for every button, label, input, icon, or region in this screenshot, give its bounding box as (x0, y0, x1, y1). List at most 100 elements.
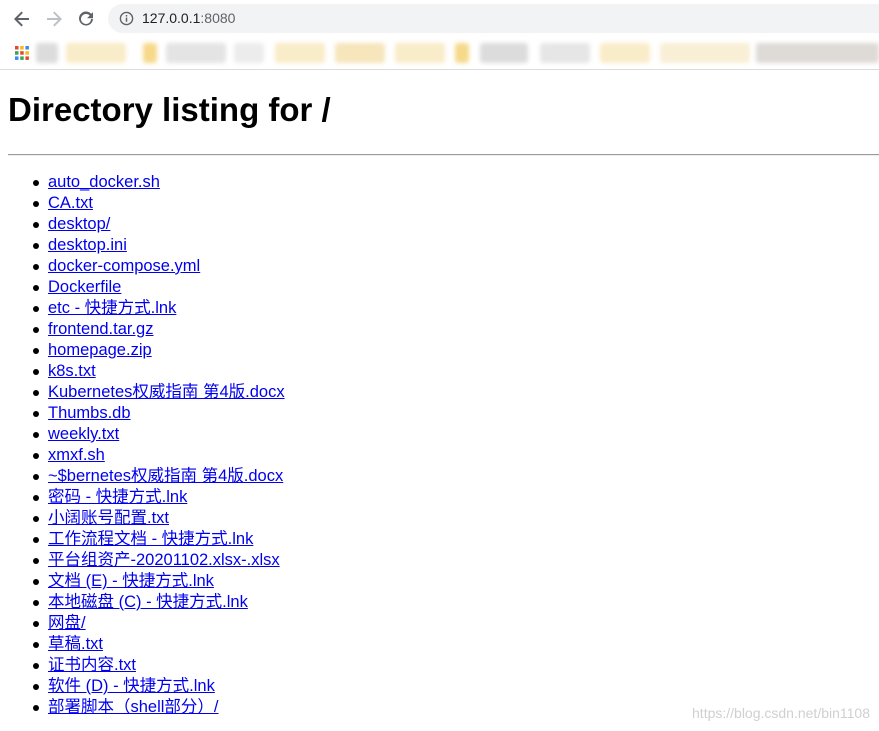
file-link[interactable]: weekly.txt (48, 425, 119, 443)
file-link[interactable]: 平台组资产-20201102.xlsx-.xlsx (48, 551, 280, 569)
file-link[interactable]: 草稿.txt (48, 635, 103, 653)
bullet-icon (33, 411, 39, 417)
reload-icon (79, 11, 93, 26)
bookmark-blurred[interactable] (660, 43, 750, 63)
bullet-icon (33, 390, 39, 396)
file-link[interactable]: 工作流程文档 - 快捷方式.lnk (48, 530, 253, 548)
list-item: desktop/ (0, 214, 285, 235)
file-link[interactable]: Kubernetes权威指南 第4版.docx (48, 383, 285, 401)
bullet-icon (33, 579, 39, 585)
file-link[interactable]: k8s.txt (48, 362, 96, 380)
file-link[interactable]: 本地磁盘 (C) - 快捷方式.lnk (48, 593, 248, 611)
bookmark-blurred[interactable] (540, 43, 590, 63)
watermark: https://blog.csdn.net/bin1108 (692, 705, 870, 721)
bookmark-blurred[interactable] (143, 43, 157, 63)
info-circle-icon[interactable] (119, 11, 134, 26)
file-link[interactable]: xmxf.sh (48, 446, 105, 464)
file-link[interactable]: docker-compose.yml (48, 257, 200, 275)
file-link[interactable]: auto_docker.sh (48, 173, 160, 191)
list-item: docker-compose.yml (0, 256, 285, 277)
bullet-icon (33, 642, 39, 648)
bookmark-blurred[interactable] (66, 43, 126, 63)
bullet-icon (33, 663, 39, 669)
address-bar[interactable]: 127.0.0.1:8080 (108, 4, 879, 33)
file-link[interactable]: desktop.ini (48, 236, 127, 254)
url-text[interactable]: 127.0.0.1:8080 (142, 10, 235, 26)
file-link[interactable]: homepage.zip (48, 341, 152, 359)
list-item: 部署脚本（shell部分）/ (0, 697, 285, 718)
bullet-icon (33, 558, 39, 564)
list-item: 文档 (E) - 快捷方式.lnk (0, 571, 285, 592)
bookmark-blurred[interactable] (455, 43, 469, 63)
url-port: :8080 (200, 10, 236, 26)
file-link[interactable]: ~$bernetes权威指南 第4版.docx (48, 467, 283, 485)
arrow-left-icon (14, 11, 29, 27)
list-item: etc - 快捷方式.lnk (0, 298, 285, 319)
list-item: 平台组资产-20201102.xlsx-.xlsx (0, 550, 285, 571)
page-content: Directory listing for / auto_docker.sh CA… (0, 70, 879, 731)
arrow-right-icon (47, 11, 62, 27)
bullet-icon (33, 516, 39, 522)
file-link[interactable]: 软件 (D) - 快捷方式.lnk (48, 677, 215, 695)
file-list: auto_docker.sh CA.txt desktop/desktop.ini d… (0, 172, 285, 718)
file-link[interactable]: 小阔账号配置.txt (48, 509, 169, 527)
file-link[interactable]: etc - 快捷方式.lnk (48, 299, 176, 317)
bullet-icon (33, 600, 39, 606)
list-item: Kubernetes权威指南 第4版.docx (0, 382, 285, 403)
bookmark-blurred[interactable] (166, 43, 226, 63)
bullet-icon (33, 180, 39, 186)
bullet-icon (33, 705, 39, 711)
file-link[interactable]: 部署脚本（shell部分）/ (48, 698, 219, 716)
list-item: CA.txt (0, 193, 285, 214)
bookmark-blurred[interactable] (395, 43, 445, 63)
list-item: 小阔账号配置.txt (0, 508, 285, 529)
list-item: 本地磁盘 (C) - 快捷方式.lnk (0, 592, 285, 613)
bookmark-blurred[interactable] (335, 43, 385, 63)
reload-button[interactable] (73, 6, 99, 32)
bullet-icon (33, 348, 39, 354)
list-item: 网盘/ (0, 613, 285, 634)
list-item: k8s.txt (0, 361, 285, 382)
list-item: desktop.ini (0, 235, 285, 256)
bookmark-blurred[interactable] (756, 43, 879, 63)
bullet-icon (33, 306, 39, 312)
list-item: frontend.tar.gz (0, 319, 285, 340)
file-link[interactable]: 证书内容.txt (48, 656, 136, 674)
bullet-icon (33, 327, 39, 333)
bullet-icon (33, 369, 39, 375)
bullet-icon (33, 432, 39, 438)
bullet-icon (33, 264, 39, 270)
list-item: 草稿.txt (0, 634, 285, 655)
bookmark-blurred[interactable] (36, 43, 58, 63)
bullet-icon (33, 201, 39, 207)
list-item: Thumbs.db (0, 403, 285, 424)
file-link[interactable]: Dockerfile (48, 278, 121, 296)
file-link[interactable]: 密码 - 快捷方式.lnk (48, 488, 187, 506)
list-item: Dockerfile (0, 277, 285, 298)
file-link[interactable]: CA.txt (48, 194, 93, 212)
file-link[interactable]: 文档 (E) - 快捷方式.lnk (48, 572, 214, 590)
bullet-icon (33, 537, 39, 543)
list-item: 证书内容.txt (0, 655, 285, 676)
bookmark-blurred[interactable] (480, 43, 528, 63)
list-item: 工作流程文档 - 快捷方式.lnk (0, 529, 285, 550)
bookmark-blurred[interactable] (234, 43, 264, 63)
file-link[interactable]: frontend.tar.gz (48, 320, 154, 338)
bookmark-blurred[interactable] (600, 43, 650, 63)
file-link[interactable]: Thumbs.db (48, 404, 131, 422)
list-item: homepage.zip (0, 340, 285, 361)
list-item: weekly.txt (0, 424, 285, 445)
browser-toolbar: 127.0.0.1:8080 (0, 0, 879, 38)
bullet-icon (33, 684, 39, 690)
bullet-icon (33, 243, 39, 249)
apps-grid-icon[interactable] (14, 45, 30, 61)
list-item: 密码 - 快捷方式.lnk (0, 487, 285, 508)
file-link[interactable]: 网盘/ (48, 614, 86, 632)
bullet-icon (33, 474, 39, 480)
list-item: 软件 (D) - 快捷方式.lnk (0, 676, 285, 697)
file-link[interactable]: desktop/ (48, 215, 110, 233)
forward-button[interactable] (41, 6, 67, 32)
bullet-icon (33, 495, 39, 501)
bookmark-blurred[interactable] (275, 43, 325, 63)
back-button[interactable] (9, 6, 35, 32)
